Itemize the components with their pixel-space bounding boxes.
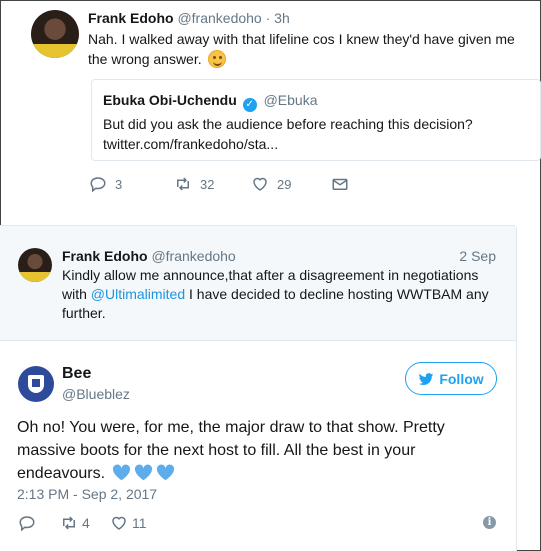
quoted-text: But did you ask the audience before reac… xyxy=(103,114,523,154)
quoted-original-text: Kindly allow me announce,that after a di… xyxy=(62,266,502,323)
like-count: 11 xyxy=(132,515,147,531)
envelope-icon xyxy=(332,178,348,190)
retweet-button[interactable]: 4 xyxy=(60,513,90,533)
avatar[interactable] xyxy=(31,10,79,58)
quoted-author-handle: @Ebuka xyxy=(263,92,318,108)
retweet-count: 32 xyxy=(200,176,215,192)
quoted-header: Ebuka Obi-Uchendu ✓ @Ebuka xyxy=(103,92,318,112)
tweet-header: Frank Edoho @frankedoho · 3h xyxy=(88,10,290,26)
tweet-text-body: Nah. I walked away with that lifeline co… xyxy=(88,31,515,67)
quoted-link[interactable]: twitter.com/frankedoho/sta... xyxy=(103,134,523,154)
tweet-text: Oh no! You were, for me, the major draw … xyxy=(17,416,497,485)
quoted-text-line: But did you ask the audience before reac… xyxy=(103,116,473,132)
tweet-age[interactable]: · 3h xyxy=(266,10,290,26)
author-name[interactable]: Frank Edoho xyxy=(88,10,174,26)
info-icon[interactable]: i xyxy=(483,516,496,529)
heart-icon xyxy=(253,177,267,191)
retweet-button[interactable]: 32 xyxy=(174,174,214,194)
tweet-date[interactable]: 2 Sep xyxy=(459,248,496,264)
quoted-tweet-card[interactable]: Ebuka Obi-Uchendu ✓ @Ebuka But did you a… xyxy=(91,79,541,161)
emoji-group xyxy=(112,464,175,481)
quoted-original-header: Frank Edoho @frankedoho xyxy=(62,248,236,264)
verified-badge-icon: ✓ xyxy=(242,98,257,112)
avatar[interactable] xyxy=(18,248,52,282)
mention-link[interactable]: @Ultimalimited xyxy=(91,286,185,302)
reply-button[interactable]: 3 xyxy=(89,174,122,194)
like-count: 29 xyxy=(277,176,292,192)
tweet-timestamp[interactable]: 2:13 PM - Sep 2, 2017 xyxy=(17,486,157,502)
quoted-original-tweet[interactable]: Frank Edoho @frankedoho 2 Sep Kindly all… xyxy=(0,226,516,341)
like-button[interactable]: 29 xyxy=(251,174,291,194)
retweet-count: 4 xyxy=(82,515,90,531)
blue-heart-icon xyxy=(134,464,152,481)
author-handle[interactable]: @frankedoho xyxy=(177,10,261,26)
quoted-author-name: Ebuka Obi-Uchendu xyxy=(103,92,237,108)
tweet-text-body: Oh no! You were, for me, the major draw … xyxy=(17,419,445,482)
author-name[interactable]: Bee xyxy=(62,365,91,383)
blue-heart-icon xyxy=(112,464,130,481)
smile-emoji-icon xyxy=(207,50,226,68)
tweet-text: Nah. I walked away with that lifeline co… xyxy=(88,29,538,69)
embedded-tweet-card: Frank Edoho @frankedoho 2 Sep Kindly all… xyxy=(0,225,517,551)
reply-icon xyxy=(90,177,106,193)
reply-button[interactable] xyxy=(18,513,36,533)
retweet-icon xyxy=(177,177,189,191)
heart-icon xyxy=(112,516,126,530)
reply-count: 3 xyxy=(115,176,123,192)
like-button[interactable]: 11 xyxy=(110,513,147,533)
twitter-bird-icon xyxy=(418,372,434,385)
direct-message-button[interactable] xyxy=(331,174,349,194)
author-handle[interactable]: @Blueblez xyxy=(62,386,130,402)
tweet: Frank Edoho @frankedoho · 3h Nah. I walk… xyxy=(1,1,541,209)
blue-heart-icon xyxy=(156,464,174,481)
retweet-icon xyxy=(63,516,75,530)
reply-icon xyxy=(19,516,35,532)
follow-label: Follow xyxy=(439,370,484,387)
follow-button[interactable]: Follow xyxy=(405,362,497,395)
avatar[interactable] xyxy=(18,366,54,402)
author-name[interactable]: Frank Edoho xyxy=(62,248,148,264)
author-handle[interactable]: @frankedoho xyxy=(151,248,235,264)
tweet-actions: 4 11 xyxy=(18,513,498,533)
